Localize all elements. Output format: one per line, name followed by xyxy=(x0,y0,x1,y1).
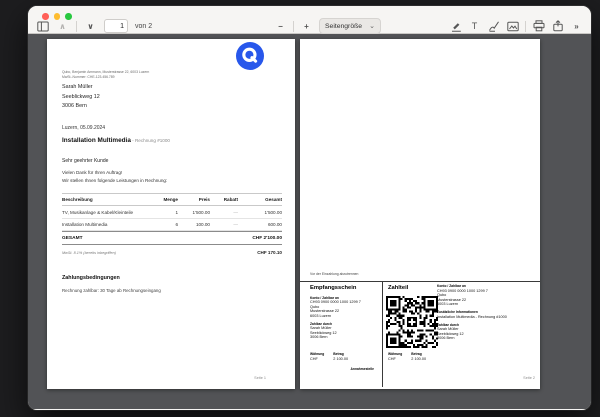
sender-block: Qubo, Benjamin Ammann, Musterstrasse 22,… xyxy=(62,70,149,79)
acceptance-point-label: Annahmestelle xyxy=(350,367,374,371)
intro-line-2: Wir stellen Ihnen folgende Leistungen in… xyxy=(62,178,168,183)
creditor-city: 6003 Luzern xyxy=(310,313,332,318)
recipient-city: 3006 Bern xyxy=(62,103,87,110)
debtor-city: 3006 Bern xyxy=(437,336,455,341)
previous-page-button[interactable]: ∧ xyxy=(56,19,69,34)
item-price: 1'500.00 xyxy=(192,209,210,215)
item-discount: — xyxy=(233,209,238,215)
vat-label: MwSt. 8.1% (bereits inbegriffen) xyxy=(62,250,117,255)
table-row: TV, Musikanlage & Kabel/Kleinteile 1 1'5… xyxy=(62,206,282,219)
divider xyxy=(76,20,77,32)
item-qty: 6 xyxy=(175,221,178,227)
annotate-pen-icon xyxy=(451,23,461,32)
table-header-row: Beschreibung Menge Preis Rabatt Gesamt xyxy=(62,193,282,207)
separator-line xyxy=(300,281,540,282)
company-logo xyxy=(236,42,264,70)
document-viewer[interactable]: Qubo, Benjamin Ammann, Musterstrasse 22,… xyxy=(28,34,591,409)
printer-icon xyxy=(533,20,544,32)
text-tool-button[interactable]: T xyxy=(468,19,481,34)
additional-info-value: Installation Multimedia - Rechnung #1000 xyxy=(437,314,507,319)
cut-note: Vor der Einzahlung abzutrennen xyxy=(310,272,359,276)
item-total: 1'500.00 xyxy=(264,209,282,215)
recipient-street: Seeblickweg 12 xyxy=(62,93,100,100)
col-header-qty: Menge xyxy=(163,197,178,203)
debtor-city: 3006 Bern xyxy=(310,335,328,340)
intro-line-1: Vielen Dank für Ihren Auftrag! xyxy=(62,170,123,175)
total-label: GESAMT xyxy=(62,235,83,241)
qr-bill-page: Vor der Einzahlung abzutrennen Empfangss… xyxy=(300,39,540,389)
zoom-level-select[interactable]: Seitengröße ⌄ xyxy=(319,18,381,34)
toolbar-zoom-group: − + Seitengröße ⌄ xyxy=(274,18,381,34)
sender-line: Qubo, Benjamin Ammann, Musterstrasse 22,… xyxy=(62,70,150,74)
chevron-down-icon: ⌄ xyxy=(369,23,375,30)
col-header-total: Gesamt xyxy=(265,197,282,203)
invoice-title: Installation Multimedia - Rechnung #1000 xyxy=(62,137,170,144)
swiss-qr-code xyxy=(386,296,438,348)
table-row: Installation Multimedia 6 100.00 — 600.0… xyxy=(62,219,282,232)
text-tool-icon: T xyxy=(471,21,478,31)
receipt-section: Empfangsschein Konto / Zahlbar an CH93 0… xyxy=(310,285,376,340)
creditor-city: 6003 Luzern xyxy=(437,302,459,307)
divider xyxy=(293,20,294,32)
share-icon xyxy=(552,20,563,32)
item-qty: 1 xyxy=(175,209,178,215)
vat-value: CHF 170.10 xyxy=(257,249,282,255)
sidebar-toggle-button[interactable] xyxy=(36,19,49,34)
invoice-page: Qubo, Benjamin Ammann, Musterstrasse 22,… xyxy=(47,39,295,389)
col-header-description: Beschreibung xyxy=(62,197,93,203)
signature-pen-icon xyxy=(488,21,499,32)
toolbar-right-group: T » xyxy=(449,18,583,34)
item-total: 600.00 xyxy=(267,221,282,227)
col-header-discount: Rabatt xyxy=(223,197,238,203)
currency-value: CHF xyxy=(388,356,396,361)
toolbar-left-group: ∧ ∨ von 2 xyxy=(36,18,152,34)
zoom-level-value: Seitengröße xyxy=(325,22,363,30)
zoom-in-button[interactable]: + xyxy=(300,19,313,34)
payment-amounts: Währung CHF Betrag 2 100.00 xyxy=(388,352,426,361)
amount-value: 2 100.00 xyxy=(333,356,349,361)
total-row: GESAMT CHF 2'100.00 xyxy=(62,231,282,246)
item-description: Installation Multimedia xyxy=(62,221,108,227)
currency-value: CHF xyxy=(310,356,318,361)
receipt-title: Empfangsschein xyxy=(310,285,357,291)
payment-terms-heading: Zahlungsbedingungen xyxy=(62,275,120,281)
signature-button[interactable] xyxy=(487,19,500,34)
media-button[interactable] xyxy=(506,19,519,34)
line-items-table: Beschreibung Menge Preis Rabatt Gesamt T… xyxy=(62,193,282,255)
section-divider-line xyxy=(382,281,383,387)
item-description: TV, Musikanlage & Kabel/Kleinteile xyxy=(62,209,134,215)
recipient-block: Sarah Müller Seeblickweg 12 3006 Bern xyxy=(62,83,100,112)
invoice-date: Luzern, 05.09.2024 xyxy=(62,125,106,131)
page-number-footer: Seite 1 xyxy=(254,376,266,380)
share-button[interactable] xyxy=(551,19,564,34)
page-count-label: von 2 xyxy=(135,22,153,30)
amount-value: 2 100.00 xyxy=(411,356,427,361)
payment-info-section: Konto / Zahlbar an CH93 0900 0000 1000 1… xyxy=(437,284,533,341)
invoice-number: - Rechnung #1000 xyxy=(130,138,170,143)
divider xyxy=(525,20,526,32)
vat-row: MwSt. 8.1% (bereits inbegriffen) CHF 170… xyxy=(62,250,282,255)
invoice-title-text: Installation Multimedia xyxy=(62,137,131,144)
item-discount: — xyxy=(233,221,238,227)
image-icon xyxy=(506,21,519,31)
pdf-viewer-window: ∧ ∨ von 2 − + Seitengröße ⌄ T xyxy=(28,6,591,410)
more-tools-button[interactable]: » xyxy=(570,19,583,34)
col-header-price: Preis xyxy=(198,197,210,203)
zoom-out-button[interactable]: − xyxy=(274,19,287,34)
recipient-name: Sarah Müller xyxy=(62,84,93,90)
page-number-footer: Seite 2 xyxy=(523,376,535,380)
print-button[interactable] xyxy=(532,19,545,34)
receipt-amounts: Währung CHF Betrag 2 100.00 xyxy=(310,352,348,361)
item-price: 100.00 xyxy=(195,221,210,227)
next-page-button[interactable]: ∨ xyxy=(84,19,97,34)
sidebar-icon xyxy=(36,21,49,31)
greeting-line: Sehr geehrter Kunde xyxy=(62,158,109,164)
total-value: CHF 2'100.00 xyxy=(252,235,282,241)
annotate-button[interactable] xyxy=(449,19,462,34)
sender-vat-line: MwSt.-Nummer: CHE-123.456.789 xyxy=(62,74,115,79)
payment-terms-body: Rechnung zahlbar: 30 Tage ab Rechnungsei… xyxy=(62,288,161,293)
payment-part-title: Zahlteil xyxy=(388,285,409,291)
toolbar: ∧ ∨ von 2 − + Seitengröße ⌄ T xyxy=(28,6,591,34)
page-number-input[interactable] xyxy=(104,19,128,33)
